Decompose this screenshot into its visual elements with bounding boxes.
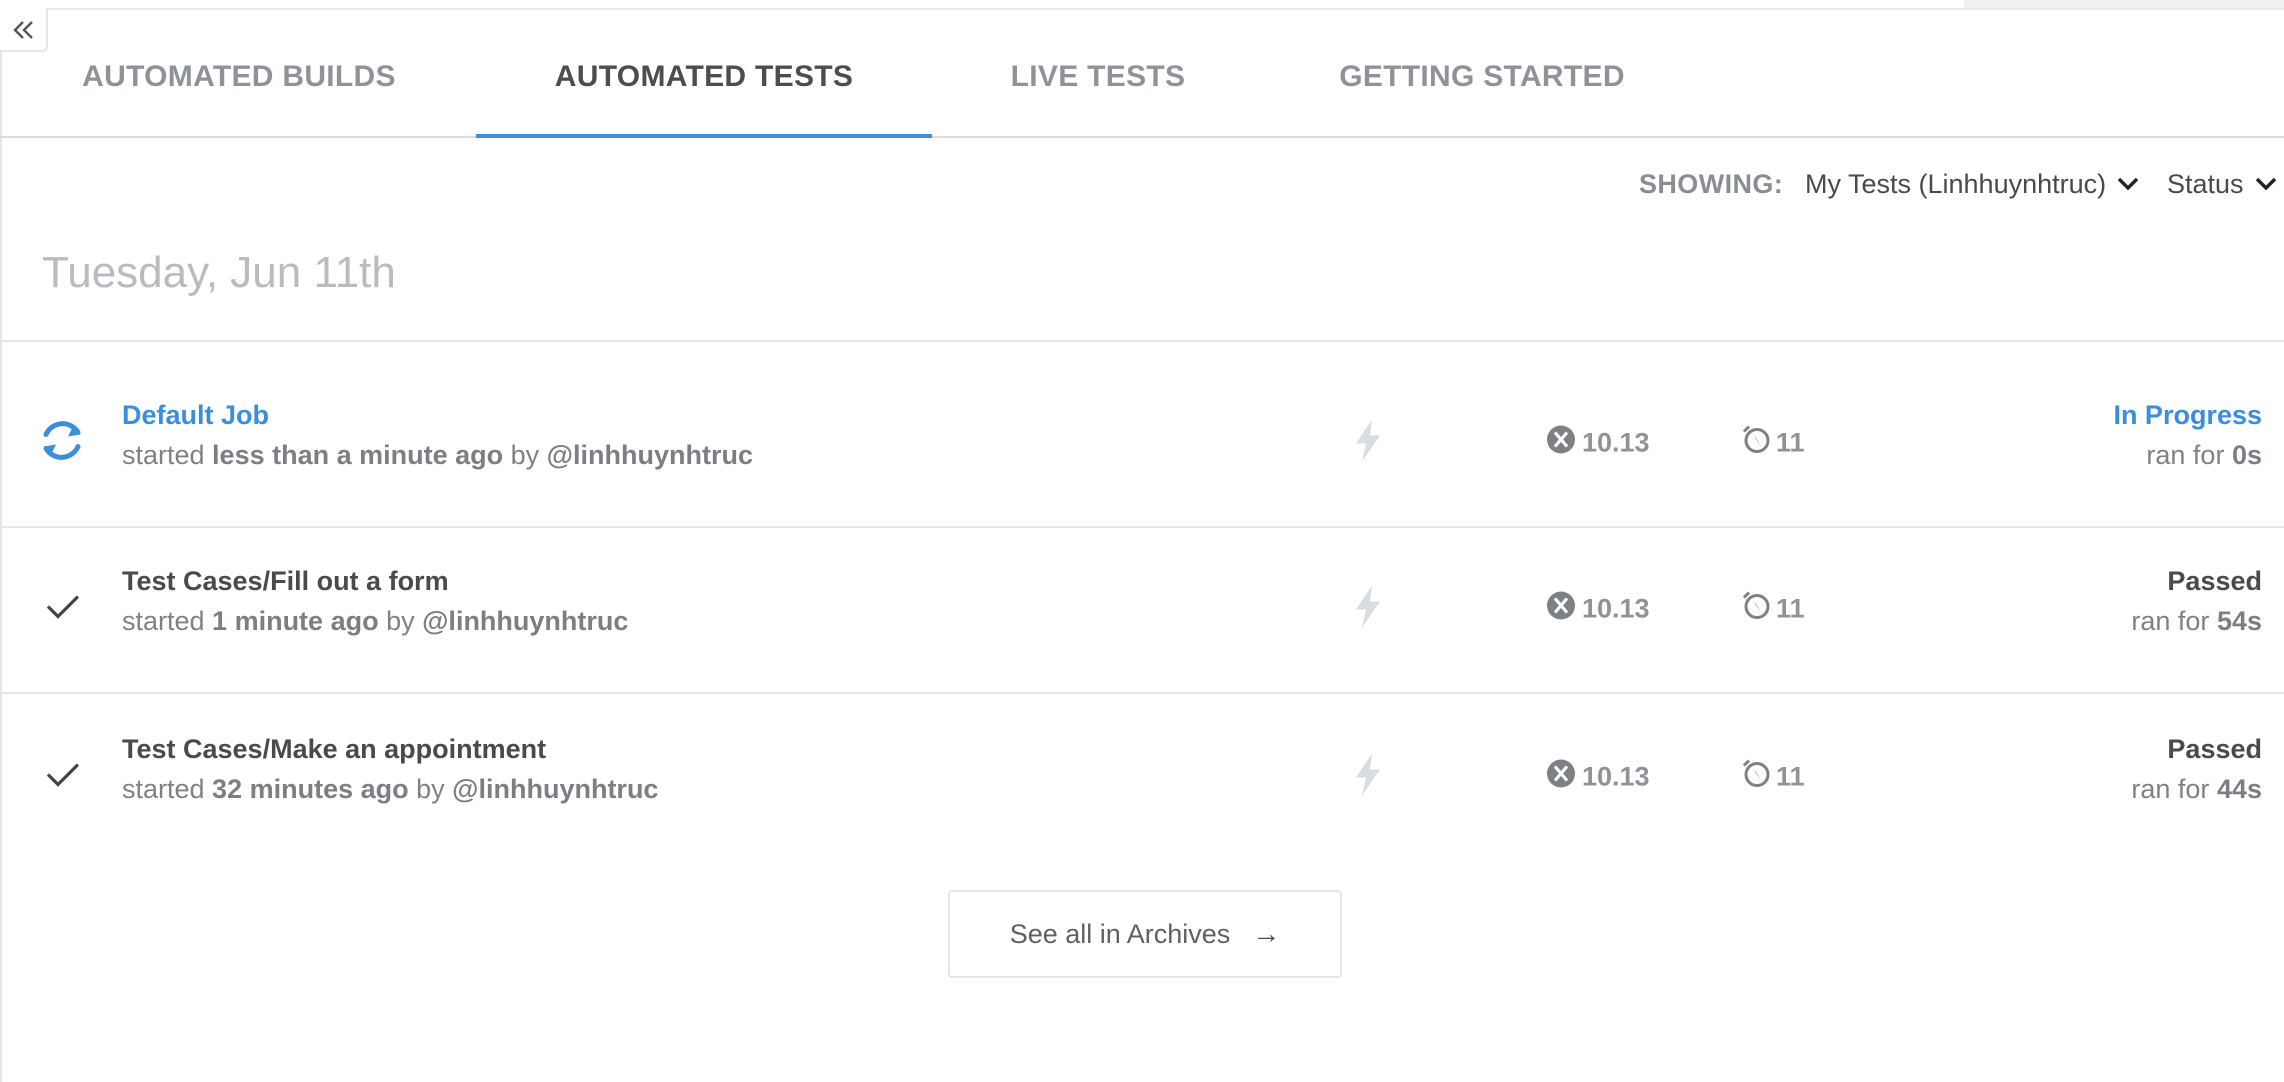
run-duration: ran for 44s [2131,774,2262,805]
lightning-icon [1352,753,1384,801]
job-row[interactable]: Default Job started less than a minute a… [2,360,2284,528]
job-started-info: started 32 minutes ago by @linhhuynhtruc [122,774,658,805]
refresh-icon [34,413,90,474]
browser-version: 11 [1740,424,1805,463]
checkmark-icon [34,747,90,808]
run-duration: ran for 54s [2131,606,2262,637]
macos-x-icon [1546,425,1576,462]
os-version-text: 10.13 [1582,761,1650,792]
scope-dropdown[interactable]: My Tests (Linhhuynhtruc) [1805,164,2140,204]
checkmark-icon [34,579,90,640]
duration-prefix: ran for [2131,774,2217,804]
started-prefix: started [122,440,213,470]
os-version: 10.13 [1546,759,1650,796]
started-user[interactable]: @linhhuynhtruc [422,606,628,636]
scope-dropdown-value: My Tests (Linhhuynhtruc) [1805,169,2107,199]
duration-value: 44s [2216,774,2262,804]
top-bar-strip [1964,0,2284,8]
started-by-prefix: by [378,606,423,636]
os-version: 10.13 [1546,591,1650,628]
job-started-info: started less than a minute ago by @linhh… [122,440,753,471]
showing-label: SHOWING: [1639,169,1784,199]
divider [2,340,2284,342]
tab-getting-started[interactable]: GETTING STARTED [1300,8,1664,136]
chevron-down-icon [2255,177,2276,191]
status-text: Passed [2167,566,2262,596]
browser-version-text: 11 [1776,593,1805,624]
status-text: Passed [2167,734,2262,764]
run-duration: ran for 0s [2146,440,2262,471]
collapse-sidebar-button[interactable] [0,8,48,52]
duration-value: 0s [2231,440,2262,470]
os-version-text: 10.13 [1582,593,1650,624]
tab-automated-builds[interactable]: AUTOMATED BUILDS [48,8,430,136]
chevron-down-icon [2117,177,2139,191]
duration-value: 54s [2216,606,2262,636]
lightning-icon [1352,585,1384,633]
job-name[interactable]: Default Job [122,400,269,431]
os-version: 10.13 [1546,425,1650,462]
started-time: less than a minute ago [212,440,504,470]
job-name[interactable]: Test Cases/Make an appointment [122,734,546,765]
started-time: 1 minute ago [212,606,379,636]
job-row[interactable]: Test Cases/Fill out a form started 1 min… [2,526,2284,694]
macos-x-icon [1546,759,1576,796]
status-dropdown[interactable]: Status [2167,164,2278,204]
safari-icon [1740,424,1772,463]
lightning-icon [1352,419,1384,467]
started-by-prefix: by [503,440,547,470]
started-user[interactable]: @linhhuynhtruc [452,774,658,804]
started-by-prefix: by [408,774,453,804]
browser-version: 11 [1740,758,1805,797]
arrow-right-icon: → [1252,918,1281,949]
started-user[interactable]: @linhhuynhtruc [547,440,753,470]
archives-button-label: See all in Archives [1009,918,1231,949]
double-chevron-left-icon [13,21,33,39]
browser-version-text: 11 [1776,761,1805,792]
safari-icon [1740,590,1772,629]
status-dropdown-value: Status [2167,169,2244,199]
job-name[interactable]: Test Cases/Fill out a form [122,566,449,597]
tab-automated-tests[interactable]: AUTOMATED TESTS [476,8,932,138]
macos-x-icon [1546,591,1576,628]
browser-version-text: 11 [1776,427,1805,458]
started-prefix: started [122,774,213,804]
tab-bar: AUTOMATED BUILDS AUTOMATED TESTS LIVE TE… [0,8,2284,138]
started-time: 32 minutes ago [212,774,409,804]
see-all-archives-button[interactable]: See all in Archives → [948,890,1342,978]
job-started-info: started 1 minute ago by @linhhuynhtruc [122,606,628,637]
os-version-text: 10.13 [1582,427,1650,458]
tab-live-tests[interactable]: LIVE TESTS [980,8,1216,136]
duration-prefix: ran for [2131,606,2217,636]
browser-version: 11 [1740,590,1805,629]
status-text: In Progress [2113,400,2262,430]
started-prefix: started [122,606,213,636]
date-header: Tuesday, Jun 11th [42,248,396,297]
safari-icon [1740,758,1772,797]
duration-prefix: ran for [2146,440,2232,470]
job-row[interactable]: Test Cases/Make an appointment started 3… [2,694,2284,860]
